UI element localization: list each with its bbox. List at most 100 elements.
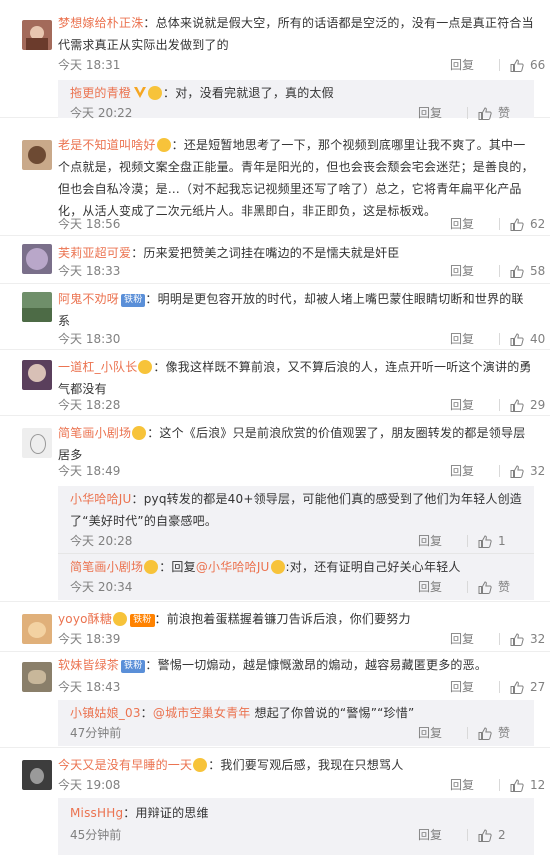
- reply-text: 小华哈哈JU：pyq转发的都是40+领导层，可能他们真的感受到了他们为年轻人创造…: [70, 492, 522, 528]
- crown-badge-icon: [144, 560, 159, 574]
- like-count: 赞: [498, 726, 511, 740]
- reply-actions: 回复 赞: [418, 578, 518, 596]
- like-button[interactable]: 赞: [478, 578, 518, 596]
- reply-button[interactable]: 回复: [450, 462, 499, 480]
- avatar[interactable]: [22, 140, 52, 170]
- reply-actions: 回复 2: [418, 826, 518, 844]
- reply-username[interactable]: MissHHg: [70, 806, 123, 820]
- action-divider: [499, 399, 500, 411]
- comment-item: 简笔画小剧场 ：这个《后浪》只是前浪欣赏的价值观罢了，朋友圈转发的都是领导层居多 …: [0, 416, 550, 602]
- comment-text: 老是不知道叫啥好 ：还是短暂地思考了一下，那个视频到底哪里让我不爽了。其中一个点就…: [58, 138, 534, 218]
- like-count: 赞: [498, 106, 511, 120]
- comment-username[interactable]: 软妹皆绿茶: [58, 658, 119, 672]
- action-divider: [467, 727, 468, 739]
- like-button[interactable]: 66: [510, 56, 550, 74]
- action-divider: [467, 829, 468, 841]
- reply-username[interactable]: 小华哈哈JU: [70, 492, 132, 506]
- comment-time: 今天 18:28: [58, 398, 121, 412]
- like-button[interactable]: 赞: [478, 104, 518, 122]
- thumbs-up-icon: [478, 726, 492, 740]
- reply-item: 小华哈哈JU：pyq转发的都是40+领导层，可能他们真的感受到了他们为年轻人创造…: [58, 486, 534, 554]
- comment-username[interactable]: 老是不知道叫啥好: [58, 138, 156, 152]
- comment-username[interactable]: 芙莉亚超可爱: [58, 246, 131, 260]
- like-button[interactable]: 12: [510, 776, 550, 794]
- avatar[interactable]: [22, 614, 52, 644]
- crown-badge-icon: [132, 426, 147, 440]
- thumbs-up-icon: [510, 398, 524, 412]
- action-divider: [499, 265, 500, 277]
- reply-button[interactable]: 回复: [418, 532, 467, 550]
- comment-time: 今天 19:08: [58, 778, 121, 792]
- comment-username[interactable]: yoyo酥糖: [58, 612, 112, 626]
- action-divider: [467, 581, 468, 593]
- avatar[interactable]: [22, 360, 52, 390]
- reply-button[interactable]: 回复: [450, 776, 499, 794]
- reply-button[interactable]: 回复: [418, 724, 467, 742]
- reply-username[interactable]: 拖更的青橙: [70, 86, 131, 100]
- like-count: 2: [498, 828, 506, 842]
- comment-time: 今天 18:31: [58, 58, 121, 72]
- reply-button[interactable]: 回复: [450, 630, 499, 648]
- reply-button[interactable]: 回复: [450, 56, 499, 74]
- comment-username[interactable]: 今天又是没有早睡的一天: [58, 758, 192, 772]
- like-button[interactable]: 29: [510, 396, 550, 414]
- reply-username[interactable]: 简笔画小剧场: [70, 560, 143, 574]
- avatar[interactable]: [22, 244, 52, 274]
- thumbs-up-icon: [510, 464, 524, 478]
- like-button[interactable]: 1: [478, 532, 518, 550]
- reply-button[interactable]: 回复: [418, 104, 467, 122]
- comment-item: 今天又是没有早睡的一天 ：我们要写观后感，我现在只想骂人 今天 19:08 回复 …: [0, 748, 550, 855]
- avatar[interactable]: [22, 292, 52, 322]
- reply-button[interactable]: 回复: [418, 826, 467, 844]
- thumbs-up-icon: [478, 580, 492, 594]
- reply-box: MissHHg：用辩证的思维 45分钟前 回复 2: [58, 798, 534, 855]
- reply-username[interactable]: 小镇姑娘_03: [70, 706, 141, 720]
- reply-button[interactable]: 回复: [450, 678, 499, 696]
- action-divider: [467, 535, 468, 547]
- like-button[interactable]: 62: [510, 215, 550, 233]
- like-count: 29: [530, 398, 546, 412]
- avatar[interactable]: [22, 20, 52, 50]
- action-divider: [499, 779, 500, 791]
- comment-username[interactable]: 简笔画小剧场: [58, 426, 131, 440]
- like-button[interactable]: 32: [510, 462, 550, 480]
- comment-list: 梦想嫁给朴正洙：总体来说就是假大空，所有的话语都是空泛的，没有一点是真正符合当代…: [0, 0, 550, 855]
- reply-button[interactable]: 回复: [450, 396, 499, 414]
- action-divider: [499, 633, 500, 645]
- comment-actions: 回复 32: [450, 462, 550, 480]
- like-button[interactable]: 32: [510, 630, 550, 648]
- comment-username[interactable]: 阿鬼不劝呀: [58, 292, 119, 306]
- crown-badge-icon: [148, 86, 163, 100]
- reply-item: 小镇姑娘_03：@城市空巢女青年 想起了你曾说的“警惕”“珍惜” 47分钟前 回…: [58, 700, 534, 746]
- reply-button[interactable]: 回复: [450, 262, 499, 280]
- like-button[interactable]: 2: [478, 826, 518, 844]
- reply-button[interactable]: 回复: [450, 215, 499, 233]
- avatar[interactable]: [22, 760, 52, 790]
- like-button[interactable]: 58: [510, 262, 550, 280]
- reply-time: 47分钟前: [70, 726, 122, 740]
- reply-button[interactable]: 回复: [418, 578, 467, 596]
- reply-time: 今天 20:22: [70, 106, 133, 120]
- comment-username[interactable]: 梦想嫁给朴正洙: [58, 16, 143, 30]
- avatar[interactable]: [22, 662, 52, 692]
- like-button[interactable]: 27: [510, 678, 550, 696]
- fan-badge: 铁粉: [121, 294, 146, 307]
- comment-time: 今天 18:39: [58, 632, 121, 646]
- mention-link[interactable]: @小华哈哈JU: [196, 560, 270, 574]
- action-divider: [499, 681, 500, 693]
- mention-link[interactable]: @城市空巢女青年: [153, 706, 251, 720]
- comment-time: 今天 18:30: [58, 332, 121, 346]
- comment-username[interactable]: 一道杠_小队长: [58, 360, 137, 374]
- crown-badge-icon: [113, 612, 128, 626]
- comment-actions: 回复 66: [450, 56, 550, 74]
- like-count: 12: [530, 778, 546, 792]
- reply-time: 今天 20:34: [70, 580, 133, 594]
- comment-actions: 回复 12: [450, 776, 550, 794]
- like-button[interactable]: 40: [510, 330, 550, 348]
- comment-text: 软妹皆绿茶 铁粉 ：警惕一切煽动，越是慷慨激昂的煽动，越容易藏匿更多的恶。: [58, 658, 488, 673]
- reply-item: 简笔画小剧场 ：回复@小华哈哈JU:对，还有证明自己好关心年轻人 今天 20:34…: [58, 554, 534, 600]
- reply-button[interactable]: 回复: [450, 330, 499, 348]
- crown-badge-icon: [138, 360, 153, 374]
- avatar[interactable]: [22, 428, 52, 458]
- like-button[interactable]: 赞: [478, 724, 518, 742]
